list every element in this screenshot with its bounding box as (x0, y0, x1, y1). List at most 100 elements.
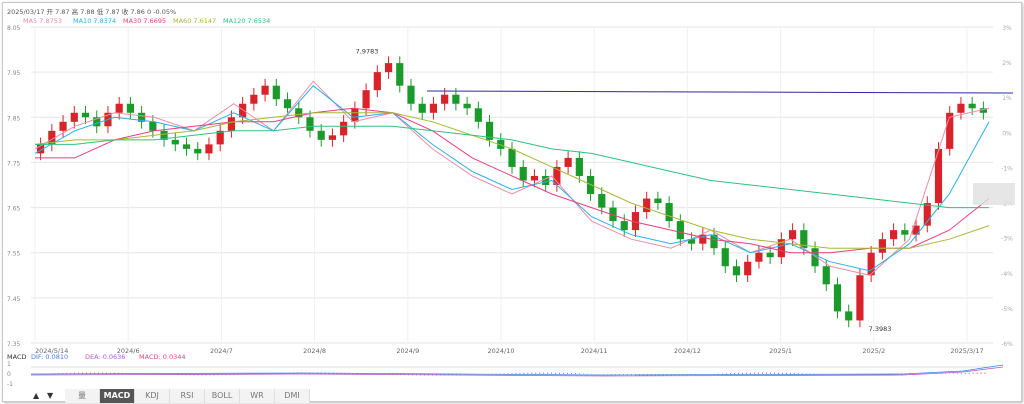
stock-chart[interactable]: 8.05 7.95 7.85 7.75 7.65 7.55 7.45 7.35 3% 2% 1% 0… (3, 3, 1021, 387)
candle-body (205, 144, 213, 154)
tab-kdj[interactable]: KDJ (135, 389, 170, 403)
quote-header: 2025/03/17 开 7.87 高 7.88 低 7.87 收 7.86 0… (7, 7, 176, 16)
x-tick-label: 2024/8 (303, 347, 326, 355)
candle-body (654, 198, 662, 204)
y-tick-label: 7.65 (7, 206, 21, 213)
candle-body (250, 94, 258, 104)
candle-body (856, 275, 864, 321)
ma-legend-ma5: MA5 7.8753 (23, 17, 62, 25)
candle-body (351, 108, 359, 122)
y-right-tick-label: -6% (1001, 341, 1013, 348)
candle-body (261, 85, 269, 95)
candle-body (463, 103, 471, 109)
y-tick-label: 7.55 (7, 251, 21, 258)
candle-body (620, 221, 628, 231)
candle-body (530, 175, 539, 181)
candle-body (362, 90, 370, 109)
x-tick-label: 2025/1 (769, 347, 792, 355)
candle-body (968, 103, 976, 109)
candle-body (643, 198, 651, 213)
scroll-up-icon[interactable]: ▲ (33, 391, 39, 400)
x-tick-label: 2024/7 (210, 347, 233, 355)
tab-wr[interactable]: WR (240, 389, 275, 403)
candle-body (227, 117, 236, 131)
macd-tick-label: 0 (7, 371, 11, 378)
x-tick-label: 2024/11 (581, 347, 608, 355)
macd-legend-item: MACD: 0.0344 (139, 353, 185, 361)
y-axis-left: 8.05 7.95 7.85 7.75 7.65 7.55 7.45 7.35 (7, 25, 21, 348)
candle-body (59, 121, 67, 131)
candle-body (328, 135, 337, 140)
candle-body (126, 103, 134, 113)
tab-boll[interactable]: BOLL (205, 389, 240, 403)
macd-legend-item: DEA: 0.0636 (85, 353, 125, 361)
tab-macd[interactable]: MACD (100, 389, 135, 403)
candle-body (418, 103, 426, 113)
candle-body (474, 108, 482, 122)
candle-body (755, 252, 763, 262)
candle-body (519, 166, 527, 181)
macd-tick-label: -1 (7, 381, 13, 387)
candle-body (564, 157, 572, 167)
candle-body (901, 230, 909, 235)
y-right-tick-label: 0% (1002, 130, 1012, 137)
candle-body (833, 284, 842, 312)
candle-body (822, 266, 830, 285)
candle-body (407, 85, 415, 104)
tab-rsi[interactable]: RSI (170, 389, 205, 403)
candle-body (115, 103, 123, 113)
ma-line-ma5 (34, 80, 990, 276)
ma-line-ma60 (34, 112, 990, 249)
ma-legend-ma120: MA120 7.6534 (223, 17, 270, 25)
x-tick-label: 2024/10 (487, 347, 514, 355)
ma-legend-ma30: MA30 7.6695 (123, 17, 166, 25)
x-tick-label: 2025/2 (862, 347, 885, 355)
ma-line-ma10 (34, 85, 990, 272)
scroll-down-icon[interactable]: ▼ (47, 391, 53, 400)
candle-body (194, 148, 202, 154)
candle-body (575, 157, 583, 176)
tab-dmi[interactable]: DMI (275, 389, 310, 403)
candle-body (384, 63, 393, 73)
candle-body (732, 266, 741, 276)
y-tick-label: 7.85 (7, 115, 21, 122)
header-legend: 2025/03/17 开 7.87 高 7.88 低 7.87 收 7.86 0… (7, 7, 270, 361)
candle-body (766, 252, 774, 258)
y-right-tick-label: 3% (1002, 25, 1012, 32)
tab-volume[interactable]: 量 (65, 389, 100, 403)
y-tick-label: 7.95 (7, 70, 21, 77)
candle-body (721, 248, 729, 267)
candle-body (171, 139, 179, 145)
candle-body (317, 130, 325, 140)
candle-body (957, 103, 965, 113)
y-right-tick-label: -5% (1001, 306, 1013, 313)
y-tick-label: 7.75 (7, 160, 21, 167)
candle-body (396, 63, 404, 86)
candle-body (845, 311, 853, 321)
y-tick-label: 7.45 (7, 296, 21, 303)
candle-body (946, 112, 954, 149)
candle-body (676, 221, 684, 240)
candle-body (441, 94, 449, 104)
candle-body (283, 99, 292, 109)
ma-legend-ma10: MA10 7.8374 (73, 17, 116, 25)
candle-body (340, 121, 348, 136)
macd-panel: 1 0 -1 (7, 361, 1004, 387)
candle-body (182, 144, 191, 149)
candle-body (70, 112, 78, 122)
candle-body (508, 148, 516, 167)
y-right-tick-label: 2% (1002, 60, 1012, 67)
price-highlight-box (973, 183, 1015, 205)
x-tick-label: 2024/9 (396, 347, 419, 355)
candle-body (429, 103, 438, 113)
y-right-tick-label: -3% (1001, 236, 1013, 243)
candle-body (373, 72, 381, 91)
candle-body (890, 230, 898, 240)
grid (31, 26, 993, 344)
x-tick-label: 2025/3/17 (950, 347, 983, 355)
candle-body (149, 121, 157, 131)
candle-body (878, 239, 886, 253)
candle-body (665, 203, 673, 222)
annotations: 7.9783 7.3983 (356, 47, 1015, 333)
candle-body (306, 117, 314, 131)
